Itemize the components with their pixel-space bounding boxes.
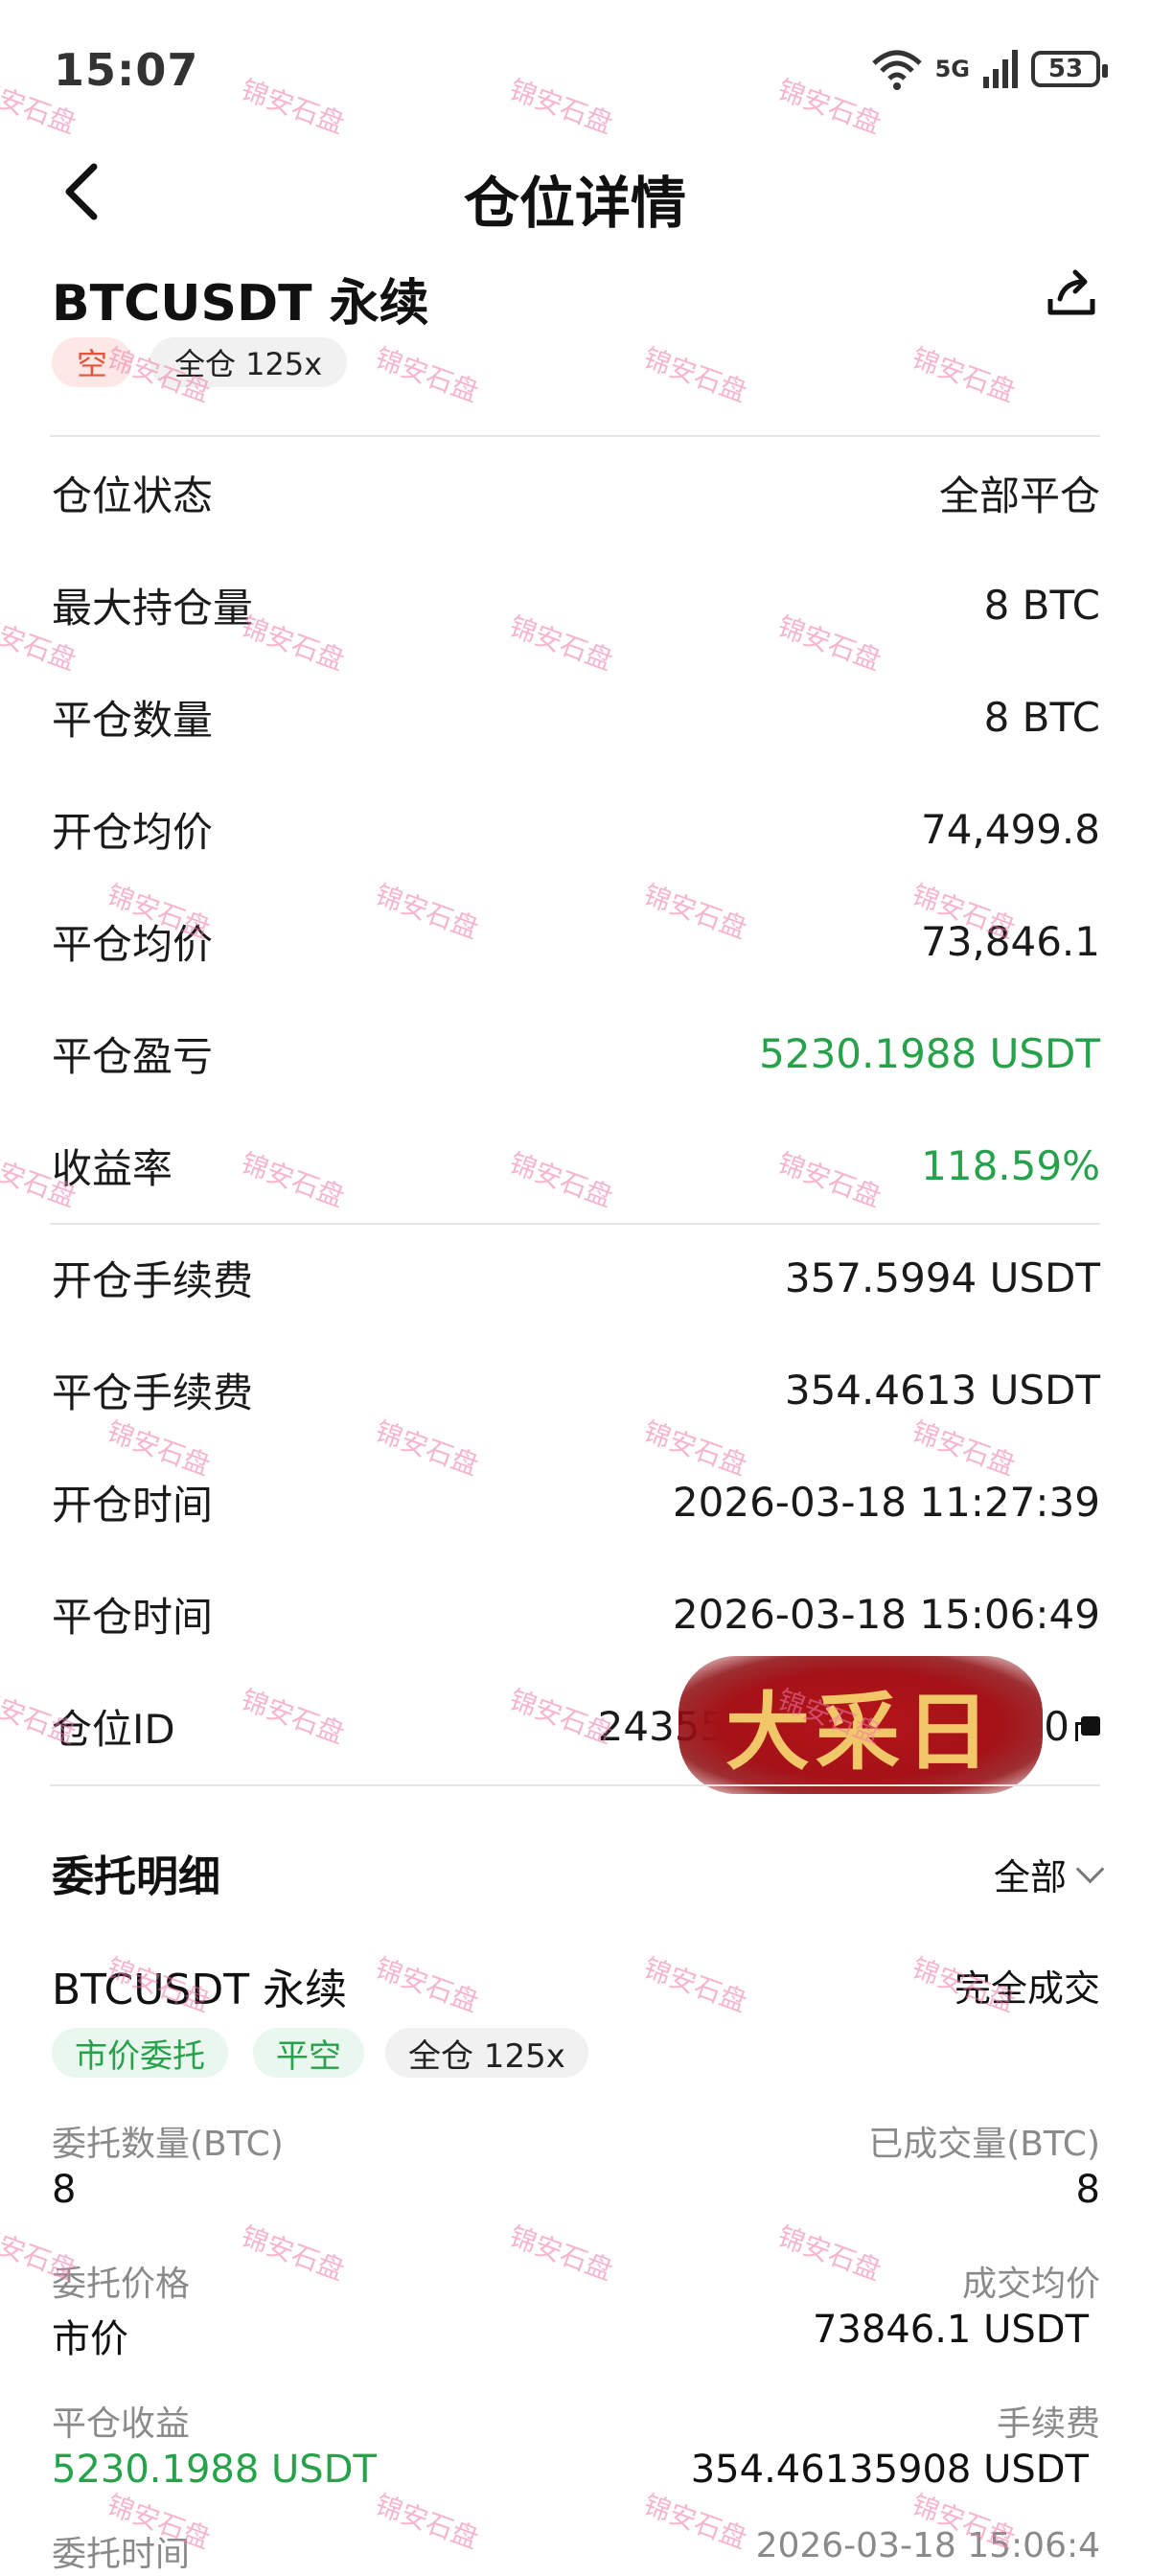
detail-row-open-fee: 开仓手续费 357.5994 USDT [52, 1249, 1100, 1306]
order-side-badge: 平空 [253, 2028, 364, 2078]
fee-value: 354.46135908 USDT [690, 2448, 1089, 2492]
detail-row-roi: 收益率 118.59% [52, 1137, 1100, 1194]
filled-qty-value: 8 [1075, 2168, 1100, 2212]
divider [50, 1784, 1100, 1786]
share-button[interactable] [1043, 264, 1100, 322]
detail-label: 仓位状态 [52, 472, 214, 519]
stamp-text: 大采日 [724, 1681, 996, 1782]
battery-level: 53 [1047, 55, 1084, 83]
signal-icon [983, 50, 1018, 88]
order-margin-badge: 全仓 125x [385, 2028, 588, 2078]
detail-value: 全部平仓 [938, 472, 1100, 519]
divider [50, 1223, 1100, 1225]
detail-row-status: 仓位状态 全部平仓 [52, 464, 1100, 521]
order-symbol: BTCUSDT 永续 [52, 1966, 348, 2014]
watermark-text: 锦安石盘 [505, 2220, 617, 2288]
order-status: 完全成交 [954, 1967, 1100, 2010]
detail-row-pnl: 平仓盈亏 5230.1988 USDT [52, 1024, 1100, 1082]
filter-label: 全部 [993, 1856, 1067, 1898]
order-price-label: 委托价格 [52, 2265, 191, 2304]
order-time-label: 委托时间 [52, 2535, 191, 2574]
detail-row-close-avg: 平仓均价 73,846.1 [52, 912, 1100, 970]
divider [50, 435, 1100, 437]
watermark-text: 锦安石盘 [773, 2220, 886, 2288]
margin-badge: 全仓 125x [150, 337, 348, 387]
watermark-text: 锦安石盘 [237, 73, 349, 141]
detail-row-max-position: 最大持仓量 8 BTC [52, 576, 1100, 633]
detail-label: 平仓时间 [52, 1593, 214, 1641]
page-title: 仓位详情 [463, 171, 686, 236]
detail-value: 74,499.8 [920, 805, 1100, 853]
filled-qty-label: 已成交量(BTC) [868, 2125, 1100, 2164]
battery-icon: 53 [1031, 51, 1108, 87]
copy-icon[interactable] [1075, 1716, 1100, 1741]
status-time: 15:07 [54, 44, 199, 96]
order-type-badge: 市价委托 [52, 2028, 228, 2078]
watermark-text: 锦安石盘 [371, 1951, 483, 2019]
order-qty-label: 委托数量(BTC) [52, 2125, 284, 2164]
watermark-text: 锦安石盘 [505, 73, 617, 141]
detail-value: 8 BTC [983, 693, 1100, 741]
detail-value: 354.4613 USDT [784, 1366, 1100, 1414]
avg-price-label: 成交均价 [961, 2265, 1100, 2304]
pnl-value: 5230.1988 USDT [759, 1029, 1100, 1077]
detail-label: 平仓手续费 [52, 1368, 254, 1416]
side-badge: 空 [52, 337, 133, 387]
detail-value: 73,846.1 [920, 917, 1100, 965]
detail-label: 平仓数量 [52, 696, 214, 744]
position-symbol: BTCUSDT 永续 [52, 275, 429, 333]
watermark-text: 锦安石盘 [371, 2488, 483, 2556]
order-price-value: 市价 [52, 2317, 128, 2361]
status-icons: 5G 53 [870, 48, 1108, 90]
watermark-text: 锦安石盘 [237, 2220, 349, 2288]
order-qty-value: 8 [52, 2168, 77, 2212]
detail-row-close-time: 平仓时间 2026-03-18 15:06:49 [52, 1585, 1100, 1643]
network-type: 5G [934, 56, 970, 82]
avg-price-value: 73846.1 USDT [812, 2308, 1089, 2352]
order-time-value: 2026-03-18 15:06:4 [755, 2526, 1100, 2565]
detail-value: 2026-03-18 15:06:49 [672, 1590, 1100, 1638]
watermark-text: 锦安石盘 [639, 2488, 751, 2556]
wifi-icon [871, 50, 922, 90]
detail-value: 8 BTC [983, 581, 1100, 629]
roi-value: 118.59% [921, 1141, 1100, 1189]
order-pnl-value: 5230.1988 USDT [52, 2448, 377, 2492]
watermark-text: 锦安石盘 [639, 1951, 751, 2019]
detail-label: 平仓盈亏 [52, 1032, 214, 1080]
watermark-text: 锦安石盘 [371, 341, 483, 409]
share-icon [1047, 269, 1095, 315]
seal-stamp: 大采日 [678, 1656, 1043, 1794]
watermark-text: 锦安石盘 [908, 341, 1020, 409]
fee-label: 手续费 [996, 2404, 1100, 2444]
detail-label: 仓位ID [52, 1705, 175, 1753]
orders-filter-dropdown[interactable]: 全部 [993, 1848, 1105, 1900]
watermark-text: 锦安石盘 [639, 341, 751, 409]
detail-row-close-fee: 平仓手续费 354.4613 USDT [52, 1361, 1100, 1418]
detail-label: 收益率 [52, 1144, 173, 1192]
detail-row-close-qty: 平仓数量 8 BTC [52, 688, 1100, 746]
detail-label: 开仓时间 [52, 1481, 214, 1529]
detail-label: 开仓手续费 [52, 1256, 254, 1304]
detail-row-open-avg: 开仓均价 74,499.8 [52, 800, 1100, 858]
chevron-down-icon [1075, 1854, 1105, 1884]
detail-label: 开仓均价 [52, 808, 214, 856]
detail-label: 平仓均价 [52, 920, 214, 968]
orders-section-title: 委托明细 [52, 1852, 220, 1901]
detail-label: 最大持仓量 [52, 584, 254, 632]
detail-row-open-time: 开仓时间 2026-03-18 11:27:39 [52, 1473, 1100, 1530]
detail-value: 357.5994 USDT [784, 1254, 1100, 1301]
pnl-label: 平仓收益 [52, 2404, 191, 2444]
detail-value: 2026-03-18 11:27:39 [672, 1478, 1100, 1526]
position-id-suffix: 0 [1044, 1702, 1070, 1750]
